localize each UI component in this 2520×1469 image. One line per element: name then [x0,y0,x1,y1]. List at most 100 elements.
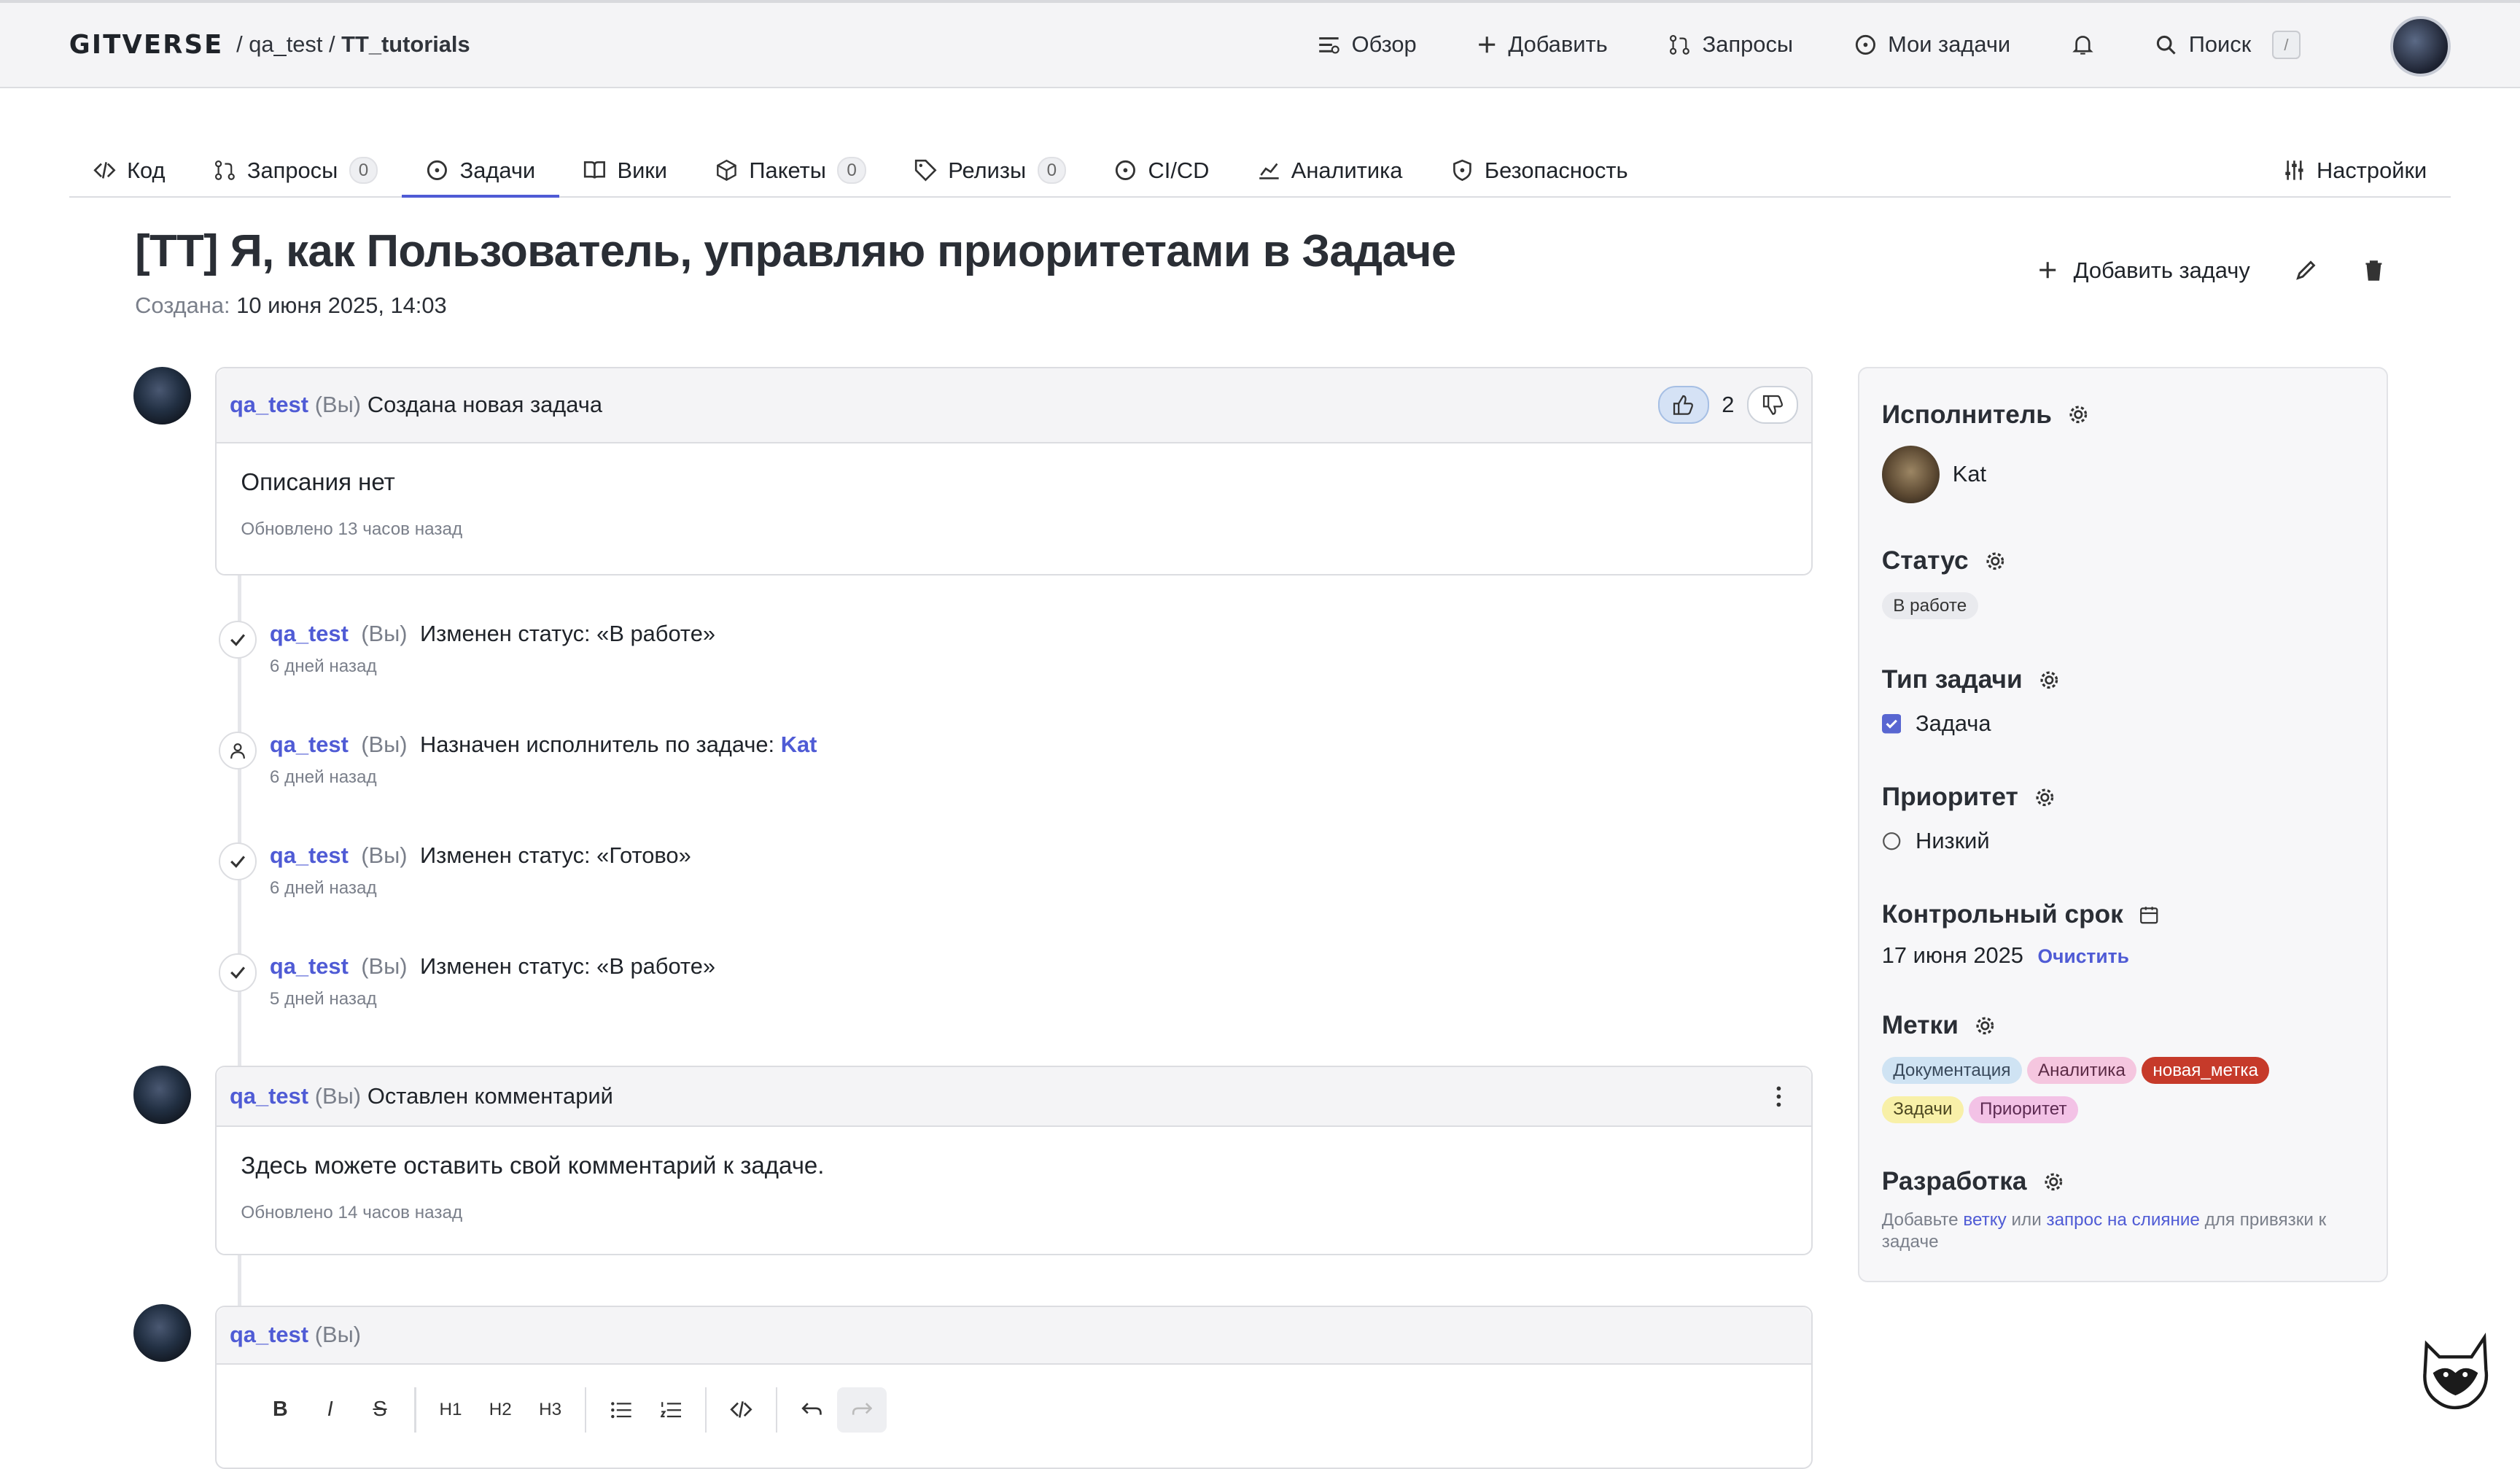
assignee-row[interactable]: Kat [1881,445,2089,503]
nav-add[interactable]: Добавить [1477,31,1608,58]
bullet-list-button[interactable] [596,1387,645,1433]
tab-issues[interactable]: Задачи [402,144,560,198]
tab-security[interactable]: Безопасность [1427,144,1652,196]
author-avatar[interactable] [133,1066,192,1124]
user-avatar[interactable] [2390,15,2451,77]
event-user[interactable]: qa_test [270,732,349,757]
type-section: Тип задачи Задача [1881,665,2060,737]
priority-section: Приоритет Низкий [1882,783,2056,854]
gear-icon[interactable] [1975,1015,1996,1036]
tab-releases-label: Релизы [948,157,1027,183]
dislike-button[interactable] [1747,385,1799,425]
add-task-button[interactable]: Добавить задачу [2038,257,2250,284]
label-badge[interactable]: Аналитика [2026,1057,2137,1085]
comment-editor: qa_test (Вы) B I S H1 H2 H3 [215,1305,1813,1469]
author-link[interactable]: qa_test [230,1322,308,1348]
thumbs-up-icon [1673,395,1694,415]
merge-request-link[interactable]: запрос на слияние [2046,1210,2199,1230]
numbered-list-button[interactable] [646,1387,696,1433]
event-text: Назначен исполнитель по задаче: [419,731,775,757]
search-shortcut: / [2271,30,2301,59]
italic-button[interactable]: I [306,1387,355,1433]
mascot-icon[interactable] [2420,1331,2491,1411]
trash-icon[interactable] [2362,259,2385,282]
created-label: Создана: [135,292,230,319]
development-heading: Разработка [1882,1167,2364,1196]
notifications-button[interactable] [2072,34,2094,56]
chart-icon [1259,163,1279,179]
tab-code[interactable]: Код [69,144,190,196]
more-icon[interactable] [1776,1085,1782,1108]
branch-link[interactable]: ветку [1963,1210,2006,1230]
breadcrumb-owner[interactable]: qa_test [249,31,322,57]
calendar-icon[interactable] [2139,905,2158,924]
edit-icon[interactable] [2295,259,2317,282]
tab-analytics-label: Аналитика [1291,157,1403,183]
h1-button[interactable]: H1 [426,1387,475,1433]
issue-sidebar: Исполнитель Kat Статус В работе Тип зада… [1857,366,2388,1283]
label-badge[interactable]: Задачи [1881,1096,1964,1123]
nav-my-tasks-label: Мои задачи [1888,31,2011,58]
event-user[interactable]: qa_test [270,842,349,868]
breadcrumb: / qa_test / TT_tutorials [236,31,470,58]
author-link[interactable]: qa_test [230,1083,308,1109]
tab-requests-count: 0 [349,157,378,184]
tab-settings[interactable]: Настройки [2259,144,2451,196]
tab-wiki[interactable]: Вики [559,144,691,196]
tab-releases[interactable]: Релизы 0 [890,144,1090,196]
like-button[interactable] [1657,385,1709,425]
tab-cicd[interactable]: CI/CD [1090,144,1233,196]
gear-icon[interactable] [2039,670,2060,691]
tag-icon [914,160,937,182]
code-button[interactable] [717,1387,766,1433]
tab-packages[interactable]: Пакеты 0 [691,144,890,196]
gear-icon[interactable] [2034,787,2056,808]
gear-icon[interactable] [1985,551,2006,572]
event-dot [218,953,257,992]
undo-button[interactable] [788,1387,837,1433]
tab-analytics[interactable]: Аналитика [1233,144,1426,196]
bell-icon [2072,35,2093,55]
clear-due-link[interactable]: Очистить [2038,945,2129,967]
labels-title: Метки [1881,1011,1959,1040]
author-avatar[interactable] [133,1303,192,1362]
nav-overview[interactable]: Обзор [1318,31,1417,58]
gitverse-logo[interactable]: GITVERSE [69,30,224,60]
h2-button[interactable]: H2 [475,1387,525,1433]
search-icon [2157,35,2177,55]
timeline-event: qa_test (Вы) Изменен статус: «Готово» 6 … [218,842,691,899]
due-title: Контрольный срок [1881,900,2123,929]
event-dot [218,842,257,881]
assignee-heading: Исполнитель [1882,400,2089,430]
nav-requests-label: Запросы [1702,31,1794,58]
gear-icon[interactable] [2068,404,2089,425]
nav-requests[interactable]: Запросы [1668,31,1793,58]
author-link[interactable]: qa_test [230,392,308,418]
type-title: Тип задачи [1881,665,2023,694]
label-badge[interactable]: Приоритет [1968,1096,2078,1123]
search-button[interactable]: Поиск / [2155,30,2301,59]
bold-button[interactable]: B [255,1387,305,1433]
event-user[interactable]: qa_test [270,953,349,979]
breadcrumb-repo[interactable]: TT_tutorials [341,31,470,57]
tab-requests[interactable]: Запросы 0 [190,144,402,196]
nav-my-tasks[interactable]: Мои задачи [1854,31,2010,58]
event-time: 6 дней назад [269,656,377,676]
author-avatar[interactable] [133,366,192,425]
description-text: Описания нет [241,469,395,497]
circle-outline-icon [1882,832,1901,850]
tab-requests-label: Запросы [246,157,338,183]
card-action: Создана новая задача [367,392,602,418]
gear-icon[interactable] [2043,1171,2064,1193]
strike-button[interactable]: S [355,1387,405,1433]
assignee-link[interactable]: Kat [781,732,817,757]
h3-button[interactable]: H3 [525,1387,575,1433]
issue-title: [TT] Я, как Пользователь, управляю приор… [135,225,1456,276]
issue-description-card: qa_test (Вы) Создана новая задача 2 Опис… [215,366,1813,575]
event-user[interactable]: qa_test [270,621,349,646]
code-icon [730,1401,752,1419]
card-header: qa_test (Вы) Оставлен комментарий [217,1067,1811,1127]
redo-button[interactable] [836,1387,887,1433]
label-badge[interactable]: Документация [1881,1057,2022,1085]
label-badge[interactable]: новая_метка [2141,1057,2270,1085]
